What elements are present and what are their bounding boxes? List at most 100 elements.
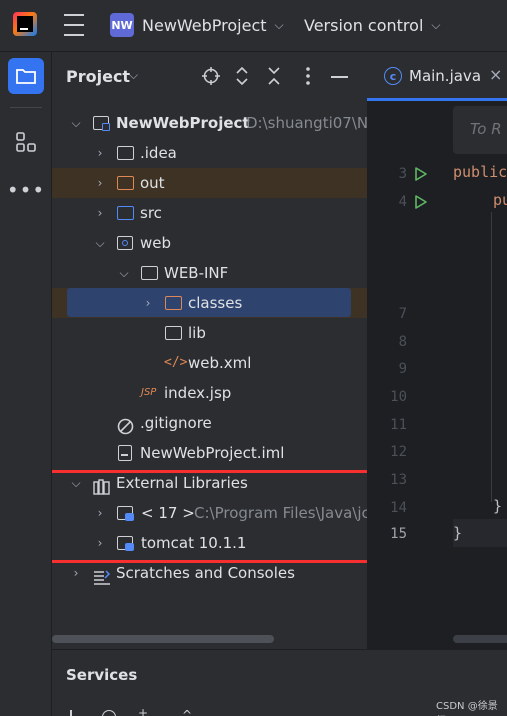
- scratches-icon: [93, 565, 111, 585]
- tab-label: Main.java: [409, 67, 482, 85]
- line-number: 4: [398, 194, 407, 210]
- line-number: 3: [398, 166, 407, 182]
- tree-row-web[interactable]: ⌵ web: [52, 228, 367, 258]
- tree-row-classes[interactable]: › classes: [52, 288, 367, 318]
- tree-label: web.xml: [188, 354, 252, 372]
- tree-label: classes: [188, 294, 243, 312]
- editor-area: c Main.java × To R 3 4 7 8 9 10 11 12 13…: [367, 52, 507, 649]
- structure-tool-button[interactable]: [14, 130, 38, 154]
- excluded-folder-icon: [117, 176, 134, 190]
- chevron-right-icon[interactable]: ›: [93, 198, 107, 228]
- tree-row-project-root[interactable]: ⌵ NewWebProject D:\shuangti07\N: [52, 108, 367, 138]
- folder-icon: [165, 326, 182, 340]
- code-brace: }: [453, 524, 463, 542]
- jsp-file-icon: JSP: [141, 387, 157, 398]
- xml-file-icon: </>: [164, 355, 188, 370]
- chevron-down-icon: ⌵: [274, 17, 284, 32]
- editor-tab-main-java[interactable]: c Main.java ×: [367, 52, 507, 100]
- line-number: 9: [398, 361, 407, 377]
- tree-row-iml[interactable]: NewWebProject.iml: [52, 438, 367, 468]
- project-panel-title[interactable]: Project: [66, 67, 130, 86]
- tree-row-web-xml[interactable]: </> web.xml: [52, 348, 367, 378]
- tool-window-strip: •••: [0, 52, 52, 716]
- options-icon[interactable]: [298, 65, 318, 87]
- tree-row-web-inf[interactable]: ⌵ WEB-INF: [52, 258, 367, 288]
- chevron-down-icon: ⌵: [431, 17, 441, 32]
- web-folder-icon: [117, 235, 134, 251]
- project-tool-button[interactable]: [8, 58, 44, 94]
- filter-icon[interactable]: ^: [182, 708, 192, 716]
- folder-icon: [16, 69, 36, 84]
- tree-label: WEB-INF: [164, 264, 229, 282]
- tree-row-out[interactable]: › out: [52, 168, 367, 198]
- tree-row-src[interactable]: › src: [52, 198, 367, 228]
- chevron-right-icon[interactable]: ›: [93, 168, 107, 198]
- project-panel: Project ⌵ ⌵ NewWebProject D:\shuangti07\…: [52, 52, 367, 649]
- inlay-banner: To R: [453, 106, 507, 154]
- tree-label: .gitignore: [140, 414, 212, 432]
- tree-label: index.jsp: [164, 384, 232, 402]
- expand-icon[interactable]: [70, 710, 72, 716]
- horizontal-scrollbar[interactable]: [52, 635, 274, 643]
- line-number: 13: [390, 472, 407, 488]
- tree-row-gitignore[interactable]: .gitignore: [52, 408, 367, 438]
- collapse-all-icon[interactable]: [264, 65, 284, 87]
- editor-scrollbar[interactable]: [453, 635, 507, 643]
- locate-icon[interactable]: [200, 65, 222, 87]
- project-switcher[interactable]: NW NewWebProject ⌵: [110, 12, 284, 38]
- run-icon[interactable]: [414, 194, 428, 210]
- line-number: 15: [390, 526, 407, 542]
- add-service-icon[interactable]: +: [138, 708, 148, 716]
- view-options-icon[interactable]: [102, 710, 116, 716]
- tree-row-index-jsp[interactable]: JSP index.jsp: [52, 378, 367, 408]
- chevron-down-icon[interactable]: ⌵: [129, 68, 138, 83]
- module-folder-icon: [93, 115, 110, 131]
- source-folder-icon: [117, 206, 134, 220]
- line-number: 14: [390, 500, 407, 516]
- code-pu: pu: [493, 191, 507, 209]
- watermark: CSDN @徐景行: [436, 701, 498, 712]
- project-badge: NW: [110, 13, 134, 37]
- ignored-file-icon: [117, 415, 134, 435]
- tree-label: lib: [188, 324, 206, 342]
- code-public: public: [453, 163, 507, 181]
- close-tab-icon[interactable]: ×: [489, 65, 502, 84]
- banner-text: To R: [470, 120, 502, 138]
- more-tools-icon[interactable]: •••: [7, 178, 44, 202]
- line-number: 12: [390, 444, 407, 460]
- expand-all-icon[interactable]: [232, 65, 252, 87]
- version-control-label: Version control: [304, 15, 424, 35]
- line-number: 7: [398, 306, 407, 322]
- hide-panel-icon[interactable]: [331, 76, 348, 78]
- chevron-right-icon[interactable]: ›: [141, 288, 155, 318]
- chevron-down-icon[interactable]: ⌵: [93, 228, 107, 258]
- active-tab-indicator: [367, 98, 507, 101]
- tree-path: D:\shuangti07\N: [246, 114, 367, 132]
- app-logo-icon[interactable]: [13, 12, 37, 36]
- structure-icon: [16, 132, 36, 152]
- tree-label: NewWebProject.iml: [140, 444, 285, 462]
- line-number: 11: [390, 417, 407, 433]
- tree-label: .idea: [140, 144, 177, 162]
- tree-row-lib[interactable]: lib: [52, 318, 367, 348]
- services-toolbar: + ^: [66, 708, 266, 716]
- tree-label: web: [140, 234, 172, 252]
- tree-label: out: [140, 174, 165, 192]
- editor-tab-bar: c Main.java ×: [367, 52, 507, 102]
- line-number: 8: [398, 334, 407, 350]
- run-icon[interactable]: [414, 166, 428, 182]
- project-name: NewWebProject: [142, 15, 267, 35]
- services-title: Services: [66, 666, 138, 684]
- module-file-icon: [118, 445, 132, 461]
- line-number: 10: [390, 389, 407, 405]
- chevron-down-icon[interactable]: ⌵: [117, 258, 131, 288]
- chevron-down-icon[interactable]: ⌵: [69, 108, 83, 138]
- excluded-folder-icon: [165, 296, 182, 310]
- title-bar: NW NewWebProject ⌵ Version control ⌵: [0, 0, 507, 52]
- tree-row-idea[interactable]: › .idea: [52, 138, 367, 168]
- tree-label: src: [140, 204, 162, 222]
- chevron-right-icon[interactable]: ›: [93, 138, 107, 168]
- main-menu-icon[interactable]: [62, 14, 86, 36]
- version-control-menu[interactable]: Version control ⌵: [304, 12, 441, 38]
- strip-divider: [10, 107, 42, 108]
